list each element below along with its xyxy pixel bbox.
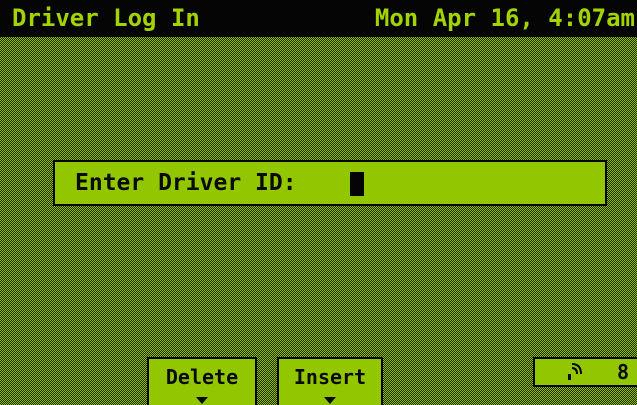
signal-icon bbox=[568, 363, 582, 380]
down-arrow-icon bbox=[324, 397, 336, 404]
down-arrow-icon bbox=[196, 397, 208, 404]
terminal-screen: Driver Log In Mon Apr 16, 4:07am Enter D… bbox=[0, 0, 637, 405]
insert-button-label: Insert bbox=[293, 365, 367, 389]
text-cursor bbox=[350, 172, 364, 196]
delete-button-label: Delete bbox=[165, 365, 239, 389]
insert-button[interactable]: Insert bbox=[277, 357, 383, 405]
datetime-display: Mon Apr 16, 4:07am bbox=[374, 4, 635, 32]
delete-button[interactable]: Delete bbox=[147, 357, 257, 405]
signal-status-box: 8 bbox=[533, 357, 637, 387]
title-bar: Driver Log In Mon Apr 16, 4:07am bbox=[0, 0, 637, 37]
signal-value: 8 bbox=[617, 360, 630, 384]
driver-id-input[interactable] bbox=[348, 162, 578, 204]
driver-id-entry-box: Enter Driver ID: bbox=[53, 160, 607, 206]
driver-id-label: Enter Driver ID: bbox=[75, 170, 297, 196]
page-title: Driver Log In bbox=[12, 4, 200, 32]
